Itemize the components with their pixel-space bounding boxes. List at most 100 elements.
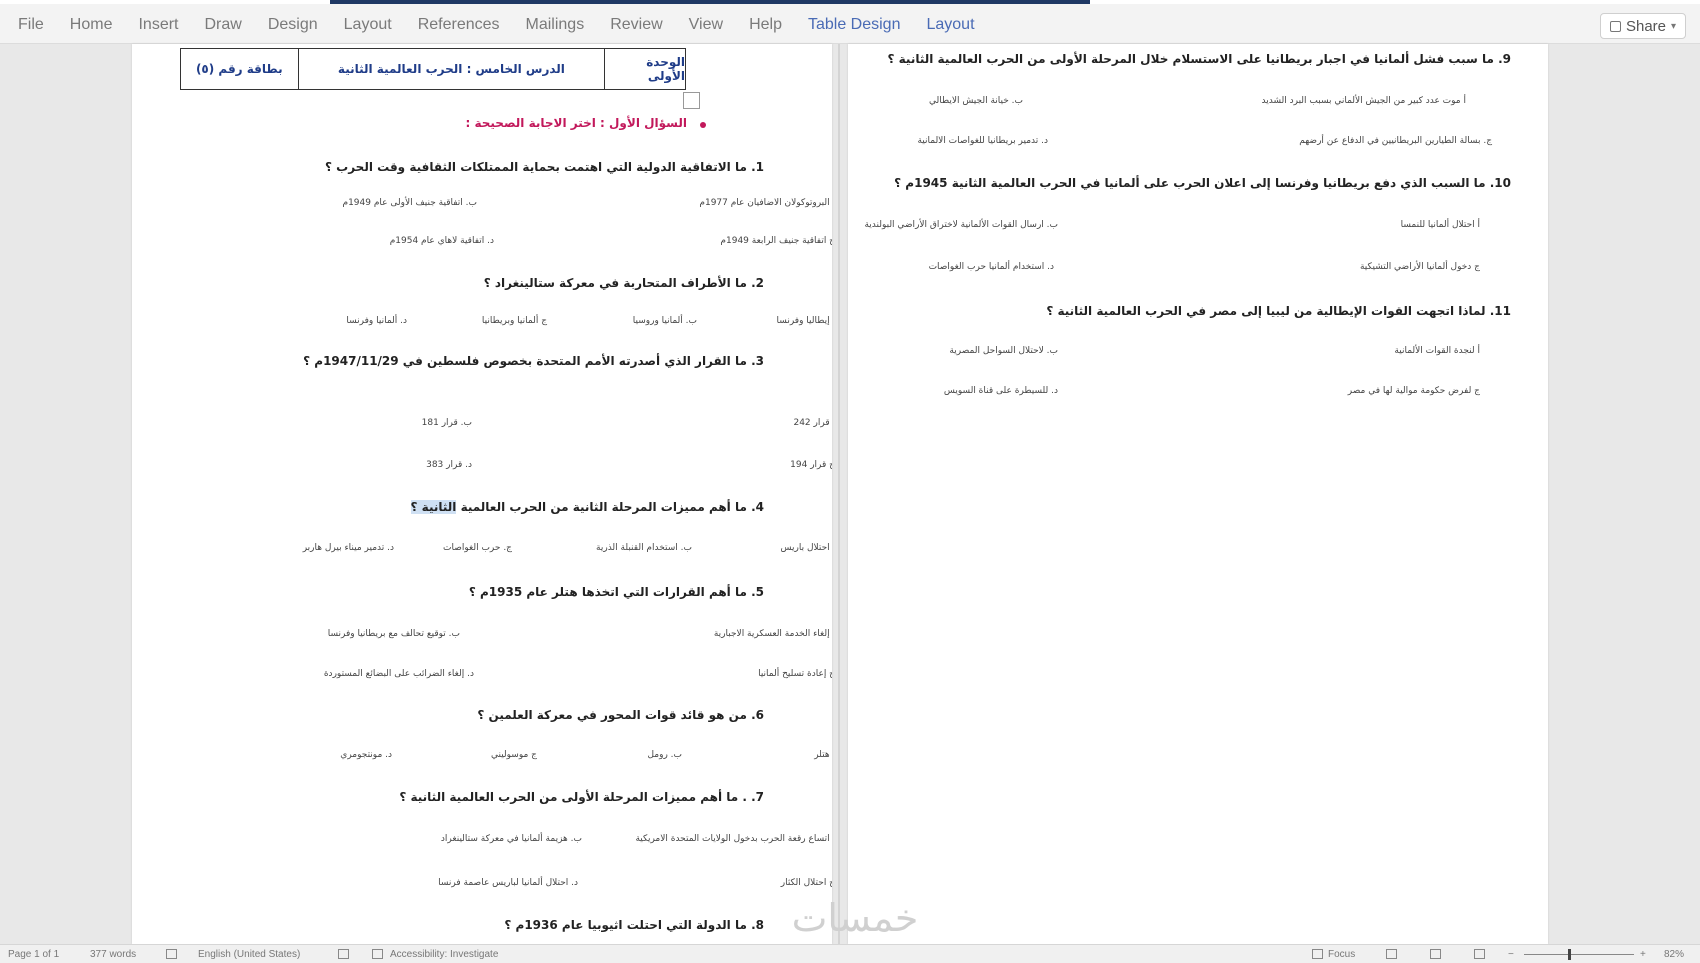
option-a: أ البروتوكولان الاضافيان عام 1977م (699, 198, 832, 208)
option-a: أ احتلال باريس (780, 543, 832, 553)
watermark: خمسات (791, 896, 919, 940)
word-count[interactable]: 377 words (90, 949, 136, 960)
page-gap (838, 44, 840, 944)
document-page-1[interactable]: بطاقة رقم (٥) الدرس الخامس : الحرب العال… (132, 44, 832, 944)
option-a: أ موت عدد كبير من الجيش الألماني بسبب ال… (1261, 96, 1466, 106)
print-layout-icon[interactable] (1430, 949, 1441, 959)
proofing-icon[interactable] (166, 949, 177, 959)
option-d: د. احتلال ألمانيا لباريس عاصمة فرنسا (438, 878, 578, 888)
header-table[interactable]: بطاقة رقم (٥) الدرس الخامس : الحرب العال… (180, 48, 686, 90)
accessibility-icon[interactable] (372, 949, 383, 959)
tab-design[interactable]: Design (268, 16, 318, 34)
option-d: د. اتفاقية لاهاي عام 1954م (389, 236, 494, 246)
question-10: 10. ما السبب الذي دفع بريطانيا وفرنسا إل… (894, 176, 1511, 190)
option-a: أ قرار 242 (793, 418, 832, 428)
share-button[interactable]: Share ▾ (1600, 13, 1686, 39)
question-9: 9. ما سبب فشل ألمانيا في اجبار بريطانيا … (887, 52, 1511, 66)
web-layout-icon[interactable] (1474, 949, 1485, 959)
question-11: 11. لماذا اتجهت القوات الإيطالية من ليبي… (1046, 304, 1511, 318)
option-a: أ احتلال ألمانيا للنمسا (1400, 220, 1480, 230)
ribbon: File Home Insert Draw Design Layout Refe… (0, 4, 1700, 44)
question-5: 5. ما أهم القرارات التي اتخذها هتلر عام … (468, 585, 764, 599)
question-3: 3. ما القرار الذي أصدرته الأمم المتحدة ب… (303, 354, 764, 368)
text-predictions-icon[interactable] (338, 949, 349, 959)
option-c: ج. بسالة الطيارين البريطانيين في الدفاع … (1299, 136, 1492, 146)
zoom-level[interactable]: 82% (1664, 949, 1684, 960)
header-card-cell[interactable]: بطاقة رقم (٥) (181, 49, 299, 89)
bullet-icon (700, 122, 706, 128)
option-c: ج قرار 194 (790, 460, 832, 470)
option-b: ب. خيانة الجيش الايطالي (928, 96, 1023, 106)
ribbon-tabs: File Home Insert Draw Design Layout Refe… (18, 16, 1001, 34)
tab-file[interactable]: File (18, 16, 44, 34)
option-b: ب. قرار 181 (421, 418, 472, 428)
focus-label[interactable]: Focus (1328, 949, 1355, 960)
option-a: أ اتساع رقعة الحرب بدخول الولايات المتحد… (635, 834, 832, 844)
option-d: د. إلغاء الضرائب على البضائع المستوردة (323, 669, 474, 679)
option-d: د. استخدام ألمانيا حرب الغواصات (928, 262, 1054, 272)
question-1: 1. ما الاتفاقية الدولية التي اهتمت بحماي… (325, 160, 764, 174)
option-d: د. قرار 383 (426, 460, 472, 470)
option-d: د. للسيطرة على قناة السويس (943, 386, 1058, 396)
selected-text[interactable]: الثانية ؟ (410, 500, 457, 514)
option-c: ج إعادة تسليح ألمانيا (758, 669, 832, 679)
option-b: ب. رومل (647, 750, 682, 760)
tab-references[interactable]: References (418, 16, 500, 34)
page-count[interactable]: Page 1 of 1 (8, 949, 59, 960)
question-8: 8. ما الدولة التي احتلت اثيوبيا عام 1936… (504, 918, 764, 932)
option-a: أ لنجدة القوات الألمانية (1394, 346, 1480, 356)
tab-layout[interactable]: Layout (344, 16, 392, 34)
header-lesson-cell[interactable]: الدرس الخامس : الحرب العالمية الثانية (299, 49, 606, 89)
tab-draw[interactable]: Draw (204, 16, 241, 34)
option-d: د. مونتجومري (340, 750, 392, 760)
focus-icon[interactable] (1312, 949, 1323, 959)
option-d: د. ألمانيا وفرنسا (346, 316, 407, 326)
option-b: ب. استخدام القنبلة الذرية (596, 543, 692, 553)
option-a: أ إلغاء الخدمة العسكرية الاجبارية (713, 629, 832, 639)
option-c: ج اتفاقية جنيف الرابعة 1949م (720, 236, 832, 246)
header-unit-cell[interactable]: الوحدة الأولى (605, 49, 685, 89)
content-checkbox[interactable] (683, 92, 700, 109)
accessibility-status[interactable]: Accessibility: Investigate (390, 949, 498, 960)
option-b: ب. ارسال القوات الألمانية لاختراق الأراض… (864, 220, 1058, 230)
question-4: 4. ما أهم مميزات المرحلة الثانية من الحر… (132, 500, 764, 514)
option-b: ب. ألمانيا وروسيا (632, 316, 697, 326)
section-title: السؤال الأول : اختر الاجابة الصحيحة : (465, 116, 688, 130)
share-icon (1609, 20, 1621, 32)
zoom-slider-thumb[interactable] (1568, 949, 1571, 960)
read-mode-icon[interactable] (1386, 949, 1397, 959)
question-7: 7. . ما أهم مميزات المرحلة الأولى من الح… (399, 790, 764, 804)
share-label: Share (1625, 17, 1666, 35)
zoom-out-button[interactable]: − (1508, 949, 1514, 960)
option-b: ب. لاحتلال السواحل المصرية (949, 346, 1058, 356)
zoom-slider[interactable] (1524, 954, 1634, 955)
question-2: 2. ما الأطراف المتحاربة في معركة ستالينغ… (483, 276, 764, 290)
question-4-text: 4. ما أهم مميزات المرحلة الثانية من الحر… (456, 500, 764, 514)
option-d: د. تدمير ميناء بيرل هاربر (302, 543, 394, 553)
option-a: أ هتلر (814, 750, 832, 760)
option-b: ب. اتفاقية جنيف الأولى عام 1949م (342, 198, 478, 208)
option-c: ج احتلال الكثار (780, 878, 832, 888)
option-c: ج دخول ألمانيا الأراضي التشيكية (1359, 262, 1480, 272)
option-b: ب. توقيع تحالف مع بريطانيا وفرنسا (327, 629, 460, 639)
tab-home[interactable]: Home (70, 16, 113, 34)
question-6: 6. من هو قائد قوات المحور في معركة العلم… (477, 708, 764, 722)
tab-review[interactable]: Review (610, 16, 662, 34)
tab-table-design[interactable]: Table Design (808, 16, 901, 34)
tab-insert[interactable]: Insert (138, 16, 178, 34)
language[interactable]: English (United States) (198, 949, 300, 960)
tab-mailings[interactable]: Mailings (526, 16, 585, 34)
option-b: ب. هزيمة ألمانيا في معركة ستالينغراد (440, 834, 582, 844)
option-c: ج ألمانيا وبريطانيا (481, 316, 547, 326)
chevron-down-icon[interactable]: ▾ (1671, 21, 1676, 32)
zoom-in-button[interactable]: + (1640, 949, 1646, 960)
document-page-2[interactable]: 9. ما سبب فشل ألمانيا في اجبار بريطانيا … (848, 44, 1548, 944)
option-c: ج موسوليني (490, 750, 537, 760)
option-c: ج. حرب الغواصات (443, 543, 512, 553)
option-d: د. تدمير بريطانيا للغواصات الالمانية (917, 136, 1048, 146)
option-a: أ إيطاليا وفرنسا (776, 316, 832, 326)
status-bar: Page 1 of 1 377 words English (United St… (0, 944, 1700, 963)
tab-view[interactable]: View (689, 16, 723, 34)
tab-help[interactable]: Help (749, 16, 782, 34)
tab-table-layout[interactable]: Layout (926, 16, 974, 34)
